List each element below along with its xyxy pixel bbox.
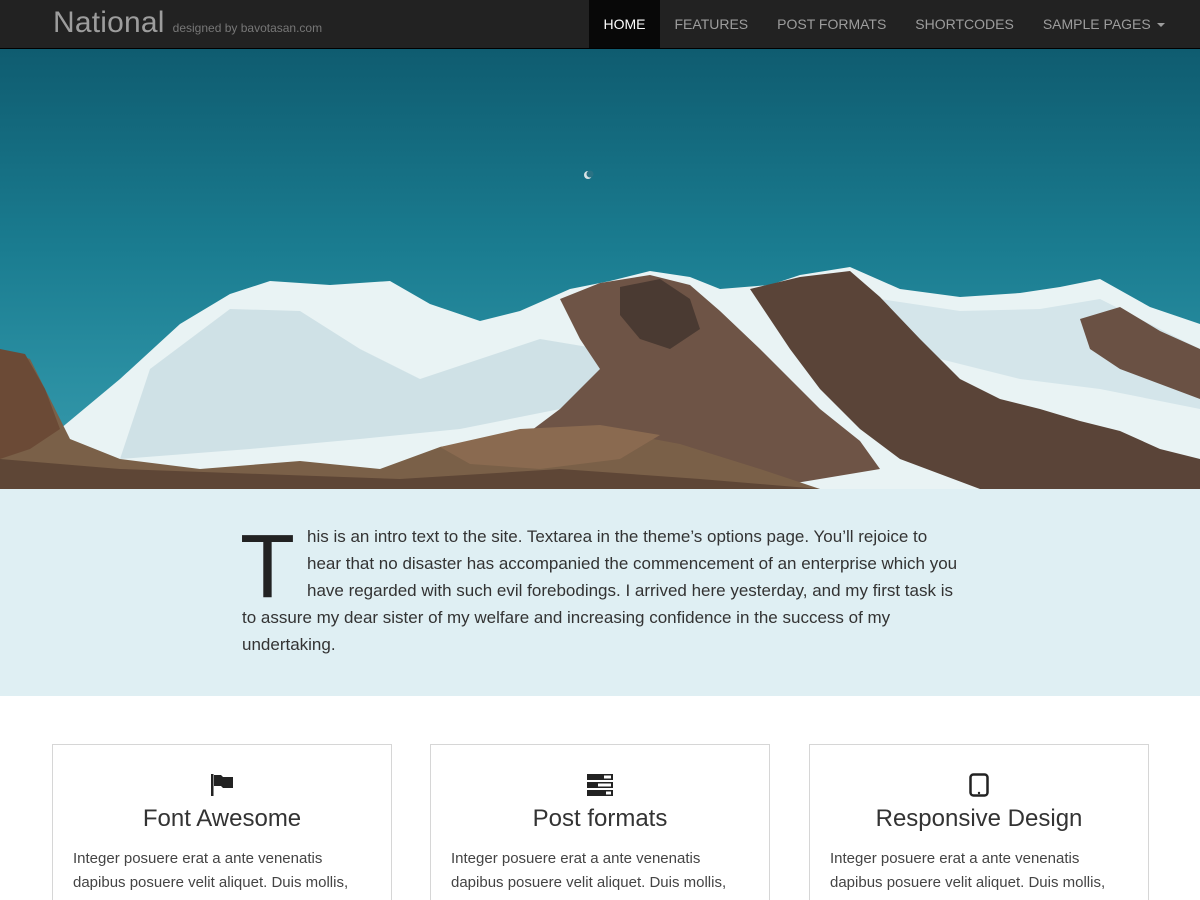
feature-box-responsive-design: Responsive Design Integer posuere erat a… bbox=[809, 744, 1149, 900]
feature-text: Integer posuere erat a ante venenatis da… bbox=[73, 850, 349, 891]
tasks-icon bbox=[587, 774, 613, 796]
feature-text: Integer posuere erat a ante venenatis da… bbox=[451, 850, 727, 891]
nav-item-label: HOME bbox=[603, 16, 646, 32]
feature-text: Integer posuere erat a ante venenatis da… bbox=[830, 850, 1106, 891]
feature-title: Font Awesome bbox=[142, 805, 302, 832]
intro-section: This is an intro text to the site. Texta… bbox=[0, 489, 1200, 696]
site-title[interactable]: National bbox=[53, 6, 165, 40]
feature-box-post-formats: Post formats Integer posuere erat a ante… bbox=[430, 744, 770, 900]
intro-text: This is an intro text to the site. Texta… bbox=[240, 517, 958, 658]
intro-paragraph: his is an intro text to the site. Textar… bbox=[242, 527, 958, 654]
nav-item-label: POST FORMATS bbox=[777, 16, 887, 32]
top-navbar: National designed by bavotasan.com HOME … bbox=[0, 0, 1200, 49]
nav-item-post-formats[interactable]: POST FORMATS bbox=[763, 0, 901, 48]
feature-title: Responsive Design bbox=[875, 805, 1083, 832]
feature-box-font-awesome: Font Awesome Integer posuere erat a ante… bbox=[52, 744, 392, 900]
nav-item-features[interactable]: FEATURES bbox=[660, 0, 763, 48]
intro-dropcap: T bbox=[240, 517, 295, 617]
caret-down-icon bbox=[1156, 23, 1165, 28]
feature-title: Post formats bbox=[532, 805, 668, 832]
flag-icon bbox=[211, 774, 233, 796]
main-menu: HOME FEATURES POST FORMATS SHORTCODES SA… bbox=[589, 0, 1179, 48]
nav-item-label: SAMPLE PAGES bbox=[1042, 16, 1151, 32]
nav-item-home[interactable]: HOME bbox=[589, 0, 660, 48]
nav-item-label: SHORTCODES bbox=[915, 16, 1014, 32]
tablet-icon bbox=[969, 773, 989, 797]
hero-image bbox=[0, 49, 1200, 489]
nav-item-label: FEATURES bbox=[674, 16, 749, 32]
nav-item-sample-pages[interactable]: SAMPLE PAGES bbox=[1028, 0, 1179, 48]
site-tagline: designed by bavotasan.com bbox=[172, 21, 323, 35]
site-brand-link[interactable]: National designed by bavotasan.com bbox=[53, 6, 322, 40]
mountain-landscape-image bbox=[0, 170, 1200, 489]
nav-item-shortcodes[interactable]: SHORTCODES bbox=[901, 0, 1029, 48]
